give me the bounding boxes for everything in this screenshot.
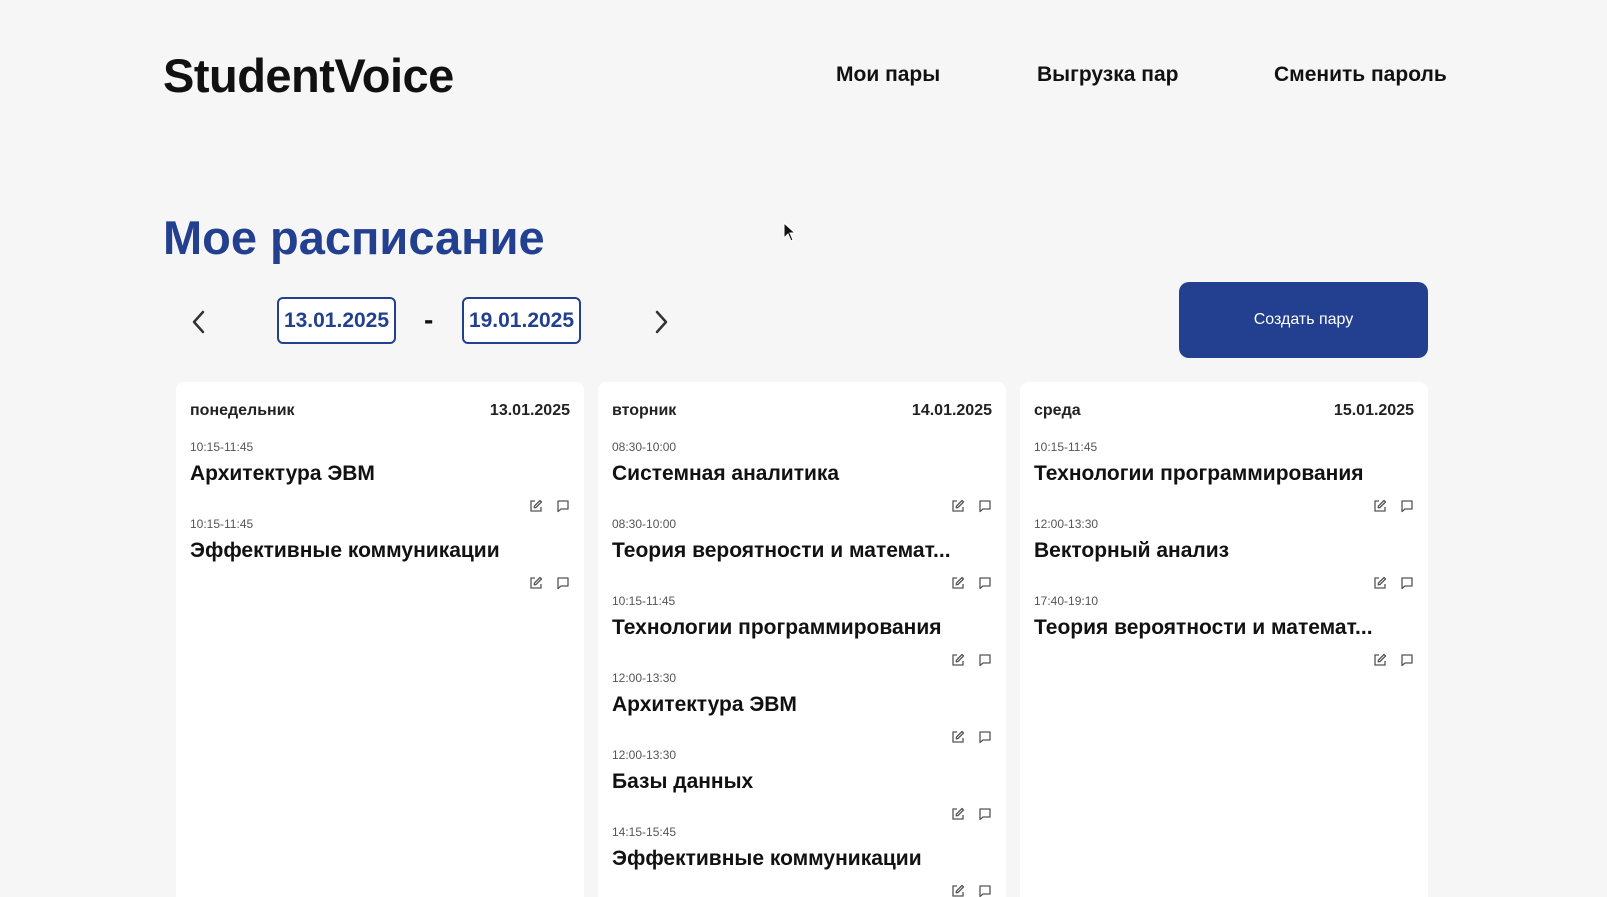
lesson-item[interactable]: 08:30-10:00 Системная аналитика <box>612 440 992 517</box>
week-start-date[interactable]: 13.01.2025 <box>277 297 396 344</box>
lesson-actions <box>951 884 992 897</box>
day-name: вторник <box>612 402 677 419</box>
lesson-title[interactable]: Технологии программирования <box>1034 462 1379 486</box>
lesson-title[interactable]: Эффективные коммуникации <box>612 847 957 871</box>
lesson-actions <box>1373 576 1414 590</box>
day-column: среда 15.01.2025 10:15-11:45 Технологии про… <box>1020 382 1428 897</box>
edit-icon[interactable] <box>1373 576 1387 590</box>
edit-icon[interactable] <box>1373 653 1387 667</box>
lesson-list: 08:30-10:00 Системная аналитика 08:30-10:0… <box>612 440 992 897</box>
lesson-time: 12:00-13:30 <box>612 671 677 685</box>
comment-icon[interactable] <box>1400 499 1414 513</box>
comment-icon[interactable] <box>978 730 992 744</box>
comment-icon[interactable] <box>978 884 992 897</box>
lesson-title[interactable]: Архитектура ЭВМ <box>612 693 957 717</box>
lesson-item[interactable]: 12:00-13:30 Векторный анализ <box>1034 517 1414 594</box>
lesson-title[interactable]: Теория вероятности и математ... <box>1034 616 1379 640</box>
lesson-title[interactable]: Векторный анализ <box>1034 539 1379 563</box>
day-date: 13.01.2025 <box>489 402 570 419</box>
day-header: вторник 14.01.2025 <box>612 402 992 420</box>
lesson-actions <box>951 499 992 513</box>
lesson-item[interactable]: 08:30-10:00 Теория вероятности и математ.… <box>612 517 992 594</box>
comment-icon[interactable] <box>556 499 570 513</box>
nav-change-password[interactable]: Сменить пароль <box>1274 63 1447 87</box>
edit-icon[interactable] <box>951 884 965 897</box>
lesson-item[interactable]: 10:15-11:45 Технологии программирования <box>1034 440 1414 517</box>
lesson-title[interactable]: Теория вероятности и математ... <box>612 539 957 563</box>
lesson-list: 10:15-11:45 Технологии программирования 12… <box>1034 440 1414 671</box>
chevron-right-icon[interactable] <box>650 308 672 336</box>
lesson-actions <box>1373 653 1414 667</box>
lesson-time: 08:30-10:00 <box>612 440 677 454</box>
lesson-item[interactable]: 10:15-11:45 Эффективные коммуникации <box>190 517 570 594</box>
lesson-time: 12:00-13:30 <box>1034 517 1099 531</box>
comment-icon[interactable] <box>1400 653 1414 667</box>
lesson-item[interactable]: 14:15-15:45 Эффективные коммуникации <box>612 825 992 897</box>
comment-icon[interactable] <box>978 576 992 590</box>
day-name: понедельник <box>190 402 295 419</box>
lesson-time: 10:15-11:45 <box>1034 440 1098 454</box>
lesson-actions <box>951 653 992 667</box>
comment-icon[interactable] <box>978 499 992 513</box>
page-title: Мое расписание <box>163 211 545 264</box>
lesson-actions <box>1373 499 1414 513</box>
day-header: понедельник 13.01.2025 <box>190 402 570 420</box>
lesson-time: 12:00-13:30 <box>612 748 677 762</box>
edit-icon[interactable] <box>529 499 543 513</box>
lesson-list: 10:15-11:45 Архитектура ЭВМ 10:15-11:45 Эфф… <box>190 440 570 594</box>
day-date: 14.01.2025 <box>911 402 992 419</box>
create-lesson-button[interactable]: Создать пару <box>1179 282 1428 358</box>
lesson-time: 14:15-15:45 <box>612 825 677 839</box>
nav-my-lessons[interactable]: Мои пары <box>836 63 940 87</box>
lesson-title[interactable]: Базы данных <box>612 770 957 794</box>
comment-icon[interactable] <box>978 807 992 821</box>
day-column: вторник 14.01.2025 08:30-10:00 Системная ан… <box>598 382 1006 897</box>
comment-icon[interactable] <box>1400 576 1414 590</box>
lesson-title[interactable]: Технологии программирования <box>612 616 957 640</box>
lesson-actions <box>951 730 992 744</box>
mouse-cursor-icon <box>783 222 797 242</box>
edit-icon[interactable] <box>1373 499 1387 513</box>
lesson-actions <box>529 576 570 590</box>
edit-icon[interactable] <box>951 576 965 590</box>
comment-icon[interactable] <box>978 653 992 667</box>
lesson-time: 10:15-11:45 <box>190 517 254 531</box>
lesson-time: 17:40-19:10 <box>1034 594 1099 608</box>
comment-icon[interactable] <box>556 576 570 590</box>
lesson-title[interactable]: Архитектура ЭВМ <box>190 462 535 486</box>
logo[interactable]: StudentVoice <box>163 48 454 103</box>
lesson-item[interactable]: 12:00-13:30 Базы данных <box>612 748 992 825</box>
nav-export-lessons[interactable]: Выгрузка пар <box>1037 63 1178 87</box>
lesson-actions <box>951 576 992 590</box>
date-separator: - <box>424 304 434 335</box>
lesson-title[interactable]: Эффективные коммуникации <box>190 539 535 563</box>
page: StudentVoice Мои пары Выгрузка пар Смени… <box>0 0 1607 897</box>
lesson-actions <box>529 499 570 513</box>
lesson-item[interactable]: 10:15-11:45 Архитектура ЭВМ <box>190 440 570 517</box>
lesson-time: 10:15-11:45 <box>190 440 254 454</box>
day-name: среда <box>1034 402 1081 419</box>
chevron-left-icon[interactable] <box>188 308 210 336</box>
lesson-item[interactable]: 12:00-13:30 Архитектура ЭВМ <box>612 671 992 748</box>
week-end-date[interactable]: 19.01.2025 <box>462 297 581 344</box>
edit-icon[interactable] <box>951 730 965 744</box>
lesson-item[interactable]: 17:40-19:10 Теория вероятности и математ.… <box>1034 594 1414 671</box>
day-header: среда 15.01.2025 <box>1034 402 1414 420</box>
edit-icon[interactable] <box>951 653 965 667</box>
lesson-time: 10:15-11:45 <box>612 594 676 608</box>
edit-icon[interactable] <box>529 576 543 590</box>
day-date: 15.01.2025 <box>1333 402 1414 419</box>
day-column: понедельник 13.01.2025 10:15-11:45 Архитект… <box>176 382 584 897</box>
edit-icon[interactable] <box>951 807 965 821</box>
lesson-time: 08:30-10:00 <box>612 517 677 531</box>
lesson-item[interactable]: 10:15-11:45 Технологии программирования <box>612 594 992 671</box>
edit-icon[interactable] <box>951 499 965 513</box>
lesson-actions <box>951 807 992 821</box>
lesson-title[interactable]: Системная аналитика <box>612 462 957 486</box>
